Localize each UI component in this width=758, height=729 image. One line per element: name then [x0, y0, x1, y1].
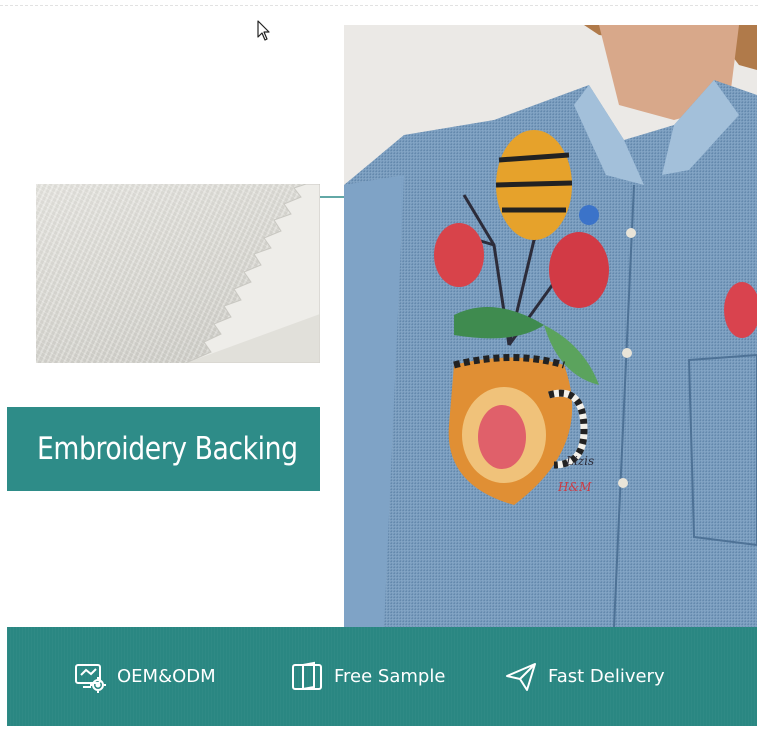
top-divider [0, 5, 758, 6]
feature-label: OEM&ODM [117, 666, 216, 687]
fabric-swatch-image [36, 184, 320, 363]
banner-title: Embroidery Backing [37, 431, 298, 467]
mouse-cursor-icon [257, 20, 270, 41]
feature-fast-delivery[interactable]: Fast Delivery [504, 627, 665, 726]
svg-text:H&M: H&M [557, 480, 592, 494]
title-banner: Embroidery Backing [7, 407, 320, 491]
paper-plane-icon [504, 660, 538, 694]
features-bar: OEM&ODM Free Sample Fast Delivery [7, 627, 757, 726]
svg-text:Lizis: Lizis [565, 454, 594, 468]
embroidered-shirt-photo: Lizis H&M [344, 25, 757, 627]
book-icon [290, 660, 324, 694]
feature-oem-odm[interactable]: OEM&ODM [73, 627, 216, 726]
oem-settings-icon [73, 660, 107, 694]
feature-label: Free Sample [334, 666, 446, 687]
feature-label: Fast Delivery [548, 666, 665, 687]
feature-free-sample[interactable]: Free Sample [290, 627, 445, 726]
